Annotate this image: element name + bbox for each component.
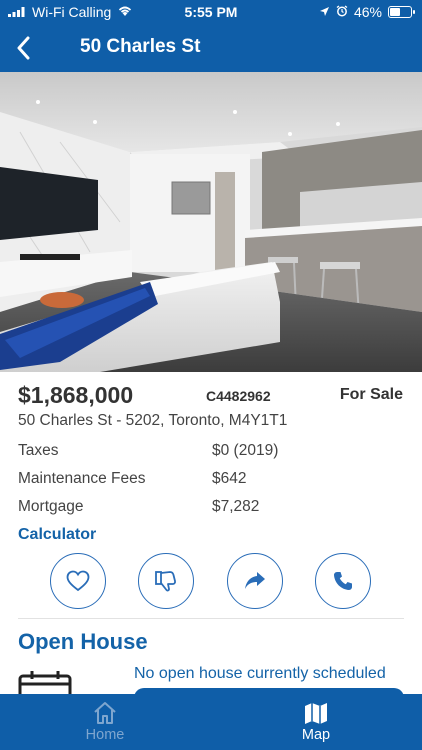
map-icon <box>305 703 327 724</box>
alarm-icon <box>336 4 348 20</box>
status-bar: Wi-Fi Calling 5:55 PM 46% <box>0 0 422 24</box>
share-button[interactable] <box>227 553 283 609</box>
listing-price: $1,868,000 <box>18 382 134 408</box>
status-right: 46% <box>319 4 415 20</box>
chevron-left-icon <box>17 36 30 60</box>
detail-label: Maintenance Fees <box>18 470 146 487</box>
tab-home[interactable]: Home <box>45 694 165 750</box>
calculator-link[interactable]: Calculator <box>18 526 96 544</box>
detail-label: Taxes <box>18 442 59 459</box>
back-button[interactable] <box>8 32 38 64</box>
tab-bar: Home Map <box>0 694 422 750</box>
home-icon <box>94 702 116 724</box>
page-title: 50 Charles St <box>80 36 201 57</box>
open-house-message: No open house currently scheduled <box>134 665 386 682</box>
dislike-button[interactable] <box>138 553 194 609</box>
nav-bar: 50 Charles St <box>0 24 422 72</box>
detail-value: $642 <box>212 470 247 487</box>
tab-map[interactable]: Map <box>256 694 376 750</box>
tab-label: Home <box>85 727 125 743</box>
mls-number: C4482962 <box>206 388 271 404</box>
share-icon <box>245 572 265 589</box>
detail-value: $7,282 <box>212 498 260 515</box>
tab-label: Map <box>301 727 331 743</box>
battery-percent: 46% <box>353 4 382 20</box>
heart-icon <box>66 570 90 592</box>
location-arrow-icon <box>319 4 330 20</box>
detail-value: $0 (2019) <box>212 442 279 459</box>
listing-address: 50 Charles St - 5202, Toronto, M4Y1T1 <box>18 412 288 429</box>
call-button[interactable] <box>315 553 371 609</box>
thumbs-down-icon <box>155 571 176 592</box>
phone-icon <box>334 572 352 590</box>
listing-photo[interactable] <box>0 72 422 372</box>
open-house-heading: Open House <box>18 629 148 654</box>
action-buttons <box>0 553 422 609</box>
detail-label: Mortgage <box>18 498 84 515</box>
listing-status: For Sale <box>339 386 403 403</box>
battery-icon <box>388 6 415 18</box>
section-divider <box>18 618 404 619</box>
favorite-button[interactable] <box>50 553 106 609</box>
